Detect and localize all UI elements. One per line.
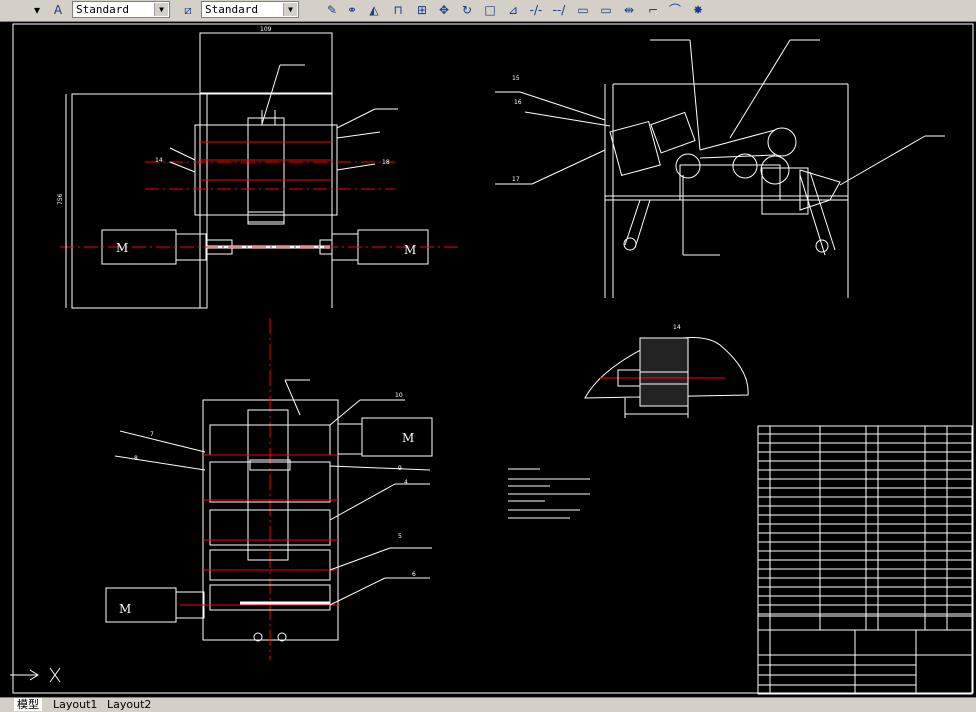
label-6: 6 [412, 571, 416, 578]
layout-tabs: 模型 Layout1 Layout2 [0, 697, 976, 712]
tab-layout2[interactable]: Layout2 [104, 698, 154, 711]
label-7: 7 [150, 431, 154, 438]
scale-icon[interactable]: □ [482, 2, 498, 18]
dim-style-value: Standard [205, 3, 258, 16]
label-14: 14 [155, 157, 163, 164]
dim-style-icon[interactable]: ⧄ [180, 2, 196, 18]
move-icon[interactable]: ✥ [436, 2, 452, 18]
text-style-value: Standard [76, 3, 129, 16]
label-4: 4 [404, 479, 408, 486]
tab-model[interactable]: 模型 [14, 698, 42, 711]
motor-label-front-right: M [402, 431, 414, 445]
break-at-point-icon[interactable]: ▭ [598, 2, 614, 18]
chevron-down-icon[interactable]: ▼ [154, 3, 168, 16]
mirror-icon[interactable]: ◭ [366, 2, 382, 18]
array-icon[interactable]: ⊞ [414, 2, 430, 18]
drawing-canvas[interactable]: M M 109 756 14 18 15 16 17 14 M M 7 8 9 … [0, 21, 976, 697]
label-15: 15 [512, 75, 520, 82]
motor-label-right: M [404, 243, 416, 257]
toolbar: ▾ A Standard ▼ ⧄ Standard ▼ ✎ ⚭ ◭ ⊓ ⊞ ✥ … [0, 0, 976, 22]
label-5: 5 [398, 533, 402, 540]
chamfer-icon[interactable]: ⌐ [645, 2, 661, 18]
ucs-icon [10, 667, 61, 683]
toolbar-left-edge: ▾ [33, 3, 41, 17]
label-17: 17 [512, 176, 520, 183]
break-icon[interactable]: ▭ [575, 2, 591, 18]
fillet-icon[interactable]: ⌒ [667, 2, 683, 18]
tab-layout1[interactable]: Layout1 [50, 698, 100, 711]
detail-label: 14 [673, 324, 681, 331]
label-18: 18 [382, 159, 390, 166]
snap-icon[interactable]: ⚭ [344, 2, 360, 18]
join-icon[interactable]: ⇹ [621, 2, 637, 18]
rotate-icon[interactable]: ↻ [459, 2, 475, 18]
offset-icon[interactable]: ⊓ [390, 2, 406, 18]
label-10: 10 [395, 392, 403, 399]
text-style-select[interactable]: Standard ▼ [72, 1, 170, 18]
text-style-icon[interactable]: A [50, 2, 66, 18]
parts-list-rows [758, 433, 972, 615]
chevron-down-icon[interactable]: ▼ [283, 3, 297, 16]
pencil-icon[interactable]: ✎ [324, 2, 340, 18]
side-view [495, 39, 945, 298]
detail-view [584, 337, 749, 418]
motor-label-front-left: M [119, 602, 131, 616]
front-view [105, 318, 433, 660]
dim-side: 756 [57, 193, 64, 205]
label-9: 9 [398, 465, 402, 472]
label-8: 8 [134, 455, 138, 462]
dim-style-select[interactable]: Standard ▼ [201, 1, 299, 18]
label-16: 16 [514, 99, 522, 106]
extend-icon[interactable]: --/ [551, 2, 567, 18]
trim-icon[interactable]: -/- [528, 2, 544, 18]
dim-top: 109 [260, 26, 272, 33]
top-view [60, 32, 460, 309]
explode-icon[interactable]: ✸ [690, 2, 706, 18]
stretch-icon[interactable]: ⊿ [505, 2, 521, 18]
technical-notes [508, 468, 590, 519]
motor-label-left: M [116, 241, 128, 255]
